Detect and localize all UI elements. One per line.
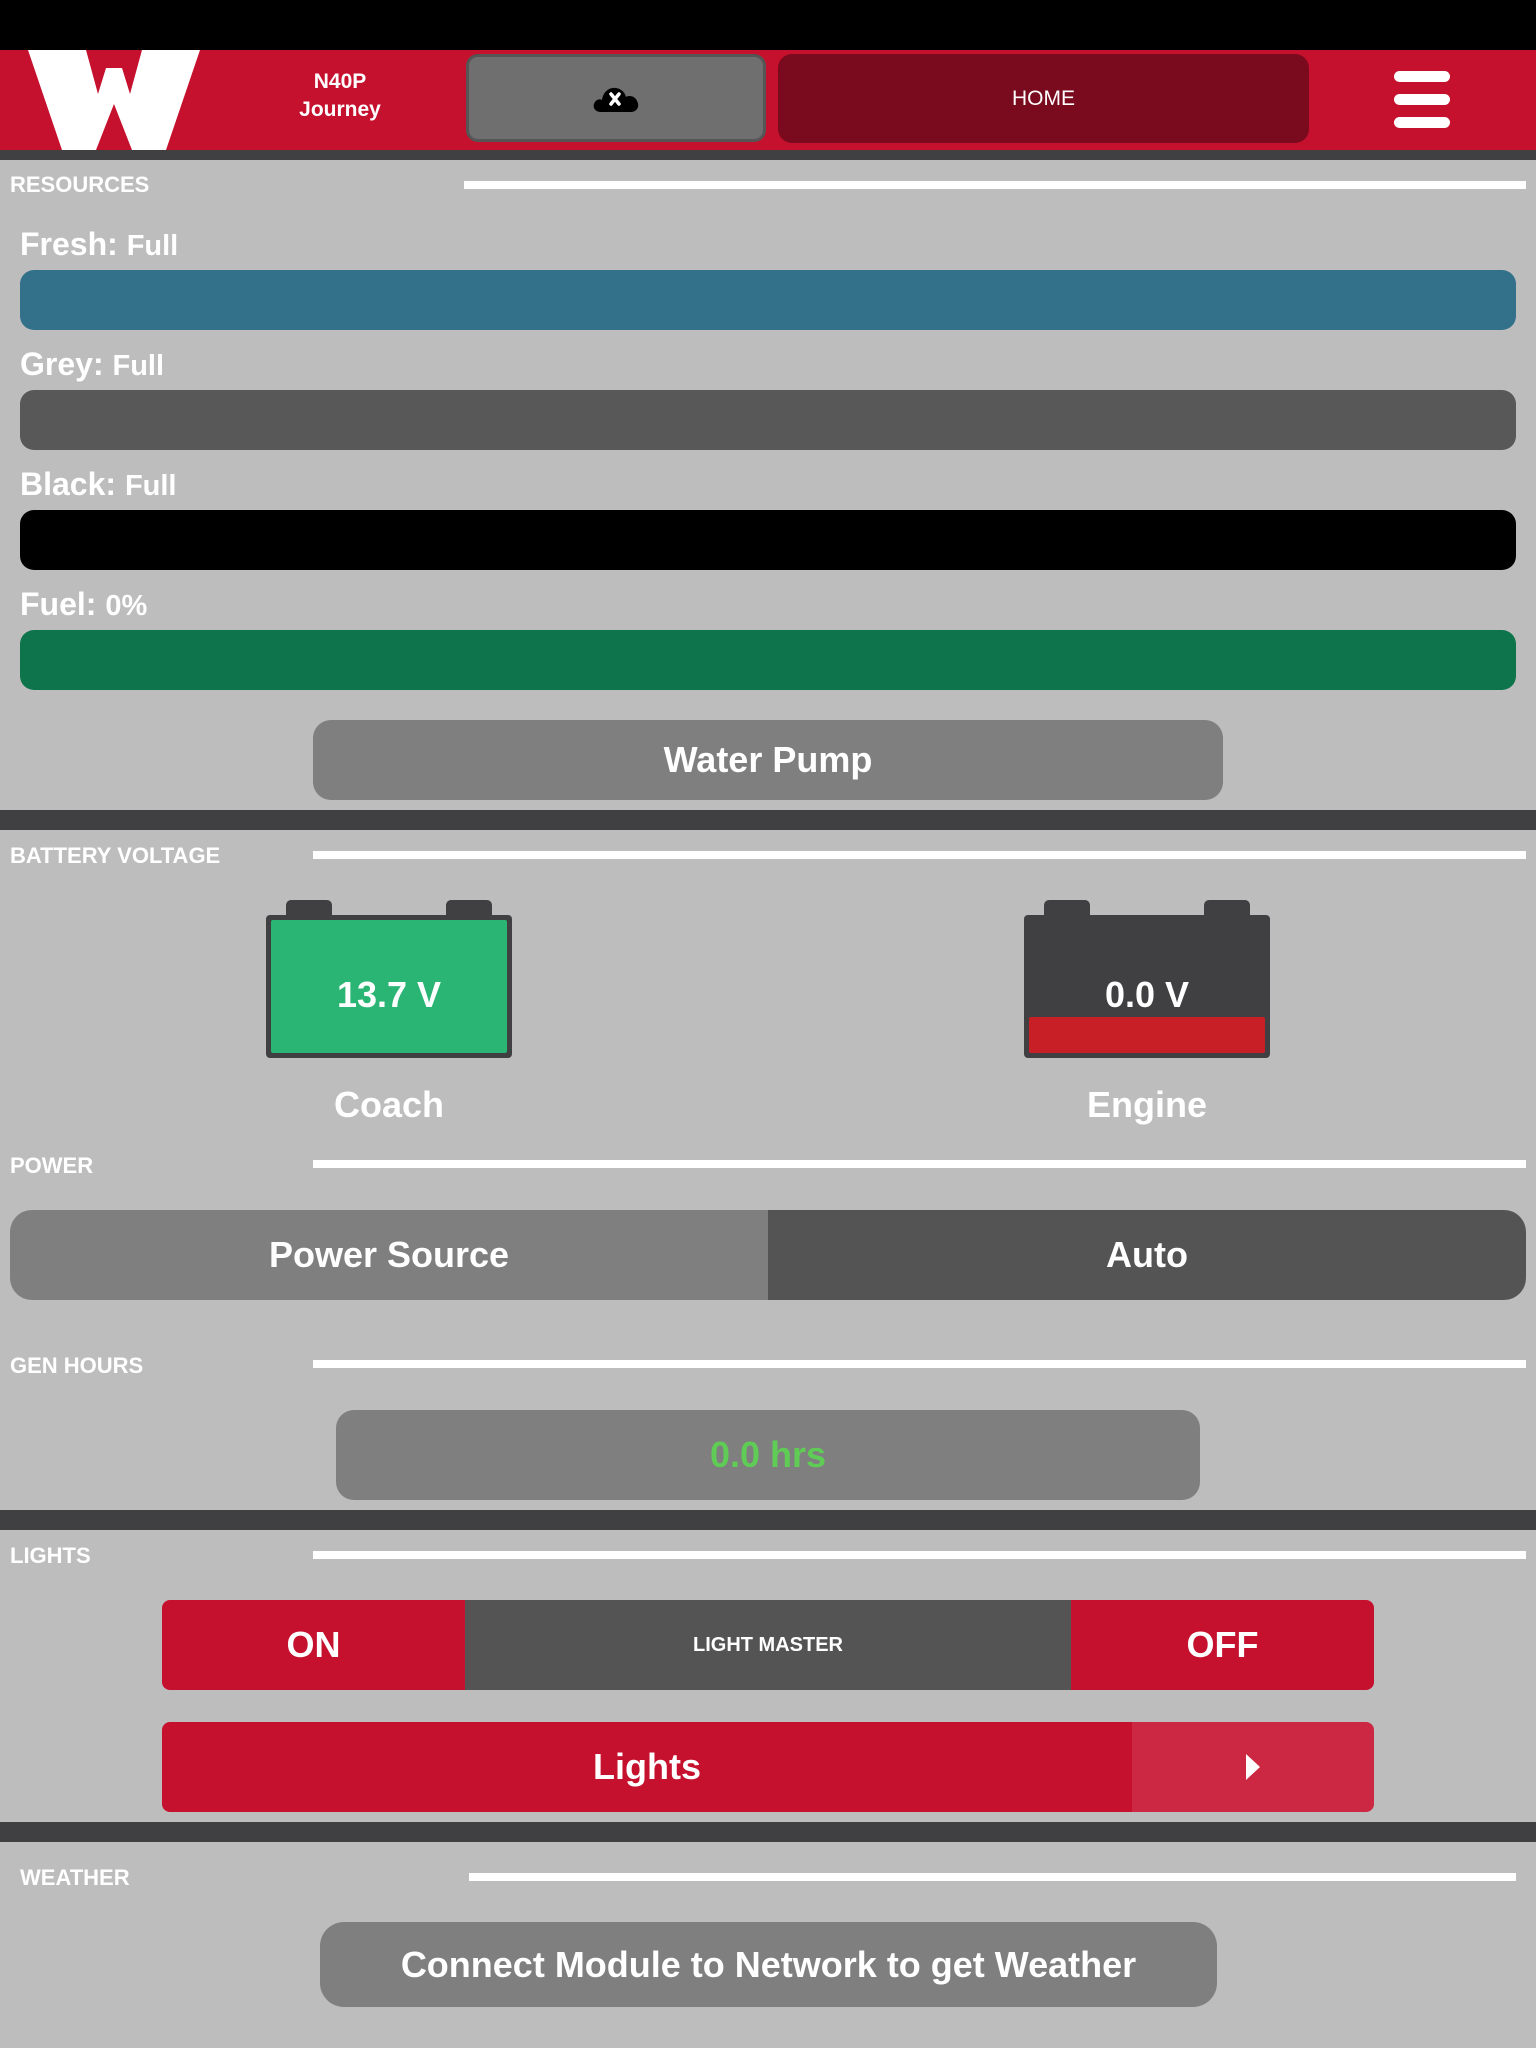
lights-label: Lights xyxy=(162,1722,1132,1812)
grey-tank-label: Grey: Full xyxy=(20,346,165,382)
lights-off-button[interactable]: OFF xyxy=(1071,1600,1374,1690)
fresh-tank-label: Fresh: Full xyxy=(20,226,179,262)
fuel-tank-label: Fuel: 0% xyxy=(20,586,148,622)
weather-connect-button[interactable]: Connect Module to Network to get Weather xyxy=(320,1922,1217,2007)
coach-voltage: 13.7 V xyxy=(336,974,442,1015)
header-divider xyxy=(0,150,1536,160)
model-line-1: N40P xyxy=(313,70,367,93)
power-section-label: POWER xyxy=(10,1153,94,1178)
gen-hours-section-label: GEN HOURS xyxy=(10,1353,144,1378)
brand-logo xyxy=(28,50,200,150)
section-separator xyxy=(0,810,1536,830)
resources-section-label: RESOURCES xyxy=(10,172,150,197)
chevron-right-icon xyxy=(1246,1754,1260,1780)
grey-tank-value: Full xyxy=(112,350,165,382)
lights-expand-button[interactable] xyxy=(1132,1722,1374,1812)
lights-on-button[interactable]: ON xyxy=(162,1600,465,1690)
fuel-tank-value: 0% xyxy=(105,590,148,622)
power-source-value[interactable]: Auto xyxy=(768,1210,1526,1300)
power-source-toggle[interactable]: Power Source Auto xyxy=(10,1210,1526,1300)
section-separator xyxy=(0,1510,1536,1530)
light-master-label: LIGHT MASTER xyxy=(465,1600,1071,1690)
home-label: HOME xyxy=(1012,86,1075,110)
fresh-tank-bar xyxy=(20,270,1516,330)
lights-section-label: LIGHTS xyxy=(10,1543,91,1568)
hamburger-menu-icon[interactable] xyxy=(1386,68,1456,132)
fuel-tank-bar xyxy=(20,630,1516,690)
weather-divider xyxy=(469,1873,1516,1881)
lights-divider xyxy=(313,1551,1526,1559)
section-separator xyxy=(0,1822,1536,1842)
home-button[interactable]: HOME xyxy=(778,54,1309,143)
model-name: N40P Journey xyxy=(270,68,410,124)
black-tank-label: Black: Full xyxy=(20,466,177,502)
engine-voltage: 0.0 V xyxy=(1104,974,1190,1015)
light-master-control: ON LIGHT MASTER OFF xyxy=(162,1600,1374,1690)
status-bar xyxy=(0,0,1536,50)
power-source-label[interactable]: Power Source xyxy=(10,1210,768,1300)
model-line-2: Journey xyxy=(299,98,381,121)
black-tank-value: Full xyxy=(124,470,177,502)
weather-section-label: WEATHER xyxy=(20,1865,130,1890)
fresh-tank-value: Full xyxy=(126,230,179,262)
battery-divider xyxy=(313,851,1526,859)
gen-hours-display: 0.0 hrs xyxy=(336,1410,1200,1500)
gen-hours-divider xyxy=(313,1360,1526,1368)
black-tank-bar xyxy=(20,510,1516,570)
battery-section-label: BATTERY VOLTAGE xyxy=(10,843,221,868)
lights-button[interactable]: Lights xyxy=(162,1722,1374,1812)
coach-battery-label: Coach xyxy=(333,1084,445,1125)
water-pump-button[interactable]: Water Pump xyxy=(313,720,1223,800)
cloud-disconnected-icon xyxy=(593,87,639,112)
power-divider xyxy=(313,1160,1526,1168)
grey-tank-bar xyxy=(20,390,1516,450)
engine-battery-label: Engine xyxy=(1086,1084,1207,1125)
cloud-status-button[interactable] xyxy=(466,54,766,142)
resources-divider xyxy=(464,181,1526,189)
